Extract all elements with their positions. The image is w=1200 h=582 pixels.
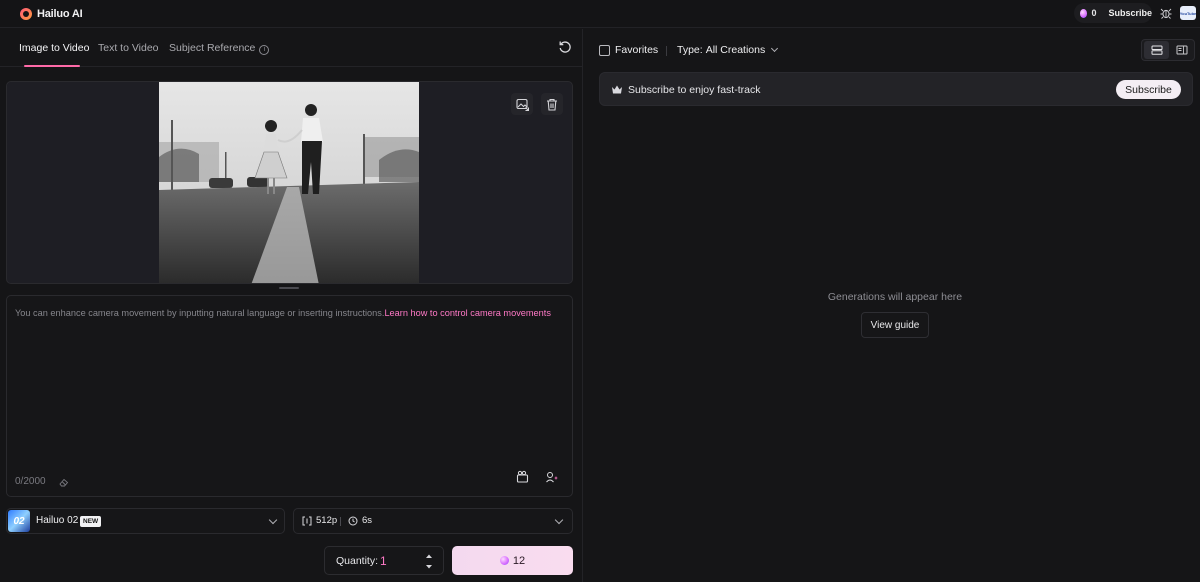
tab-subject-reference[interactable]: Subject Reference i [169,42,270,55]
view-guide-button[interactable]: View guide [861,312,929,338]
mode-tabs: Image to Video Text to Video Subject Ref… [0,29,583,67]
image-upload-area[interactable] [6,81,573,284]
model-selector[interactable]: 02 Hailuo 02 NEW [6,508,285,534]
quantity-label: Quantity: [336,555,379,567]
type-label: Type: [677,44,703,56]
generations-panel: Favorites Type: All Creations Subscribe t… [584,29,1200,582]
duration-value: 6s [362,515,373,526]
eraser-icon[interactable] [59,476,69,487]
resolution-value: 512p [316,515,338,526]
resolution-setting: 512p [302,515,337,526]
chevron-down-icon [268,515,278,525]
subscribe-banner: Subscribe to enjoy fast-track Subscribe [599,72,1193,106]
chevron-down-icon [771,44,779,53]
camera-guide-link[interactable]: Learn how to control camera movements [384,308,550,318]
brand-name: Hailuo AI [37,8,83,20]
subscribe-link[interactable]: Subscribe [1108,8,1152,18]
avatar[interactable]: YouTube [1180,6,1196,20]
magic-icon[interactable] [545,470,561,486]
uploaded-photo [159,82,419,283]
trash-icon[interactable] [541,93,563,115]
gem-icon [499,556,509,565]
stepper-arrows-icon[interactable] [425,553,433,570]
type-value: All Creations [705,44,766,56]
duration-setting: 6s [348,515,372,526]
settings-divider [340,517,341,526]
view-toggle [1141,39,1195,61]
video-settings-selector[interactable]: 512p 6s [293,508,573,534]
tab-image-to-video[interactable]: Image to Video [19,42,89,54]
credits-pill[interactable]: 0 Subscribe [1074,3,1152,23]
resize-handle[interactable] [279,287,299,289]
prompt-input[interactable]: You can enhance camera movement by input… [6,295,573,497]
type-filter-dropdown[interactable]: Type: All Creations [677,44,779,56]
panel-view-icon[interactable] [1169,41,1194,59]
favorites-checkbox[interactable] [599,45,610,56]
model-name: Hailuo 02 [36,515,79,526]
bug-icon[interactable] [1158,5,1174,21]
tab-subject-reference-label: Subject Reference [169,42,256,54]
quantity-value: 1 [380,554,387,568]
active-tab-indicator [24,65,80,67]
credits-count: 0 [1091,8,1097,18]
generate-button[interactable]: 12 [452,546,573,575]
reset-icon[interactable] [558,40,574,56]
quantity-stepper[interactable]: Quantity: 1 [324,546,444,575]
replace-image-icon[interactable] [511,93,533,115]
gem-icon [1080,8,1088,18]
top-bar: Hailuo AI 0 Subscribe YouTube [0,0,1200,28]
empty-state-text: Generations will appear here [827,291,963,303]
new-badge: NEW [80,516,102,527]
banner-text: Subscribe to enjoy fast-track [628,84,761,96]
info-icon[interactable]: i [259,45,270,55]
creation-panel: Image to Video Text to Video Subject Ref… [0,29,583,582]
prompt-placeholder: You can enhance camera movement by input… [15,308,551,318]
prompt-hint-text: You can enhance camera movement by input… [15,308,385,318]
crown-icon [611,84,623,95]
list-view-icon[interactable] [1144,41,1169,59]
logo-icon [20,8,32,20]
chevron-down-icon [554,515,564,525]
model-thumbnail: 02 [8,510,30,532]
subscribe-button[interactable]: Subscribe [1116,80,1181,99]
favorites-label[interactable]: Favorites [615,44,658,56]
brand-logo[interactable]: Hailuo AI [20,6,83,22]
tab-text-to-video[interactable]: Text to Video [98,42,159,54]
camera-icon[interactable] [516,470,532,486]
clock-icon [348,516,358,525]
filter-divider [666,46,667,56]
resolution-icon [302,516,312,525]
char-counter: 0/2000 [15,476,46,487]
generate-cost: 12 [512,554,526,567]
